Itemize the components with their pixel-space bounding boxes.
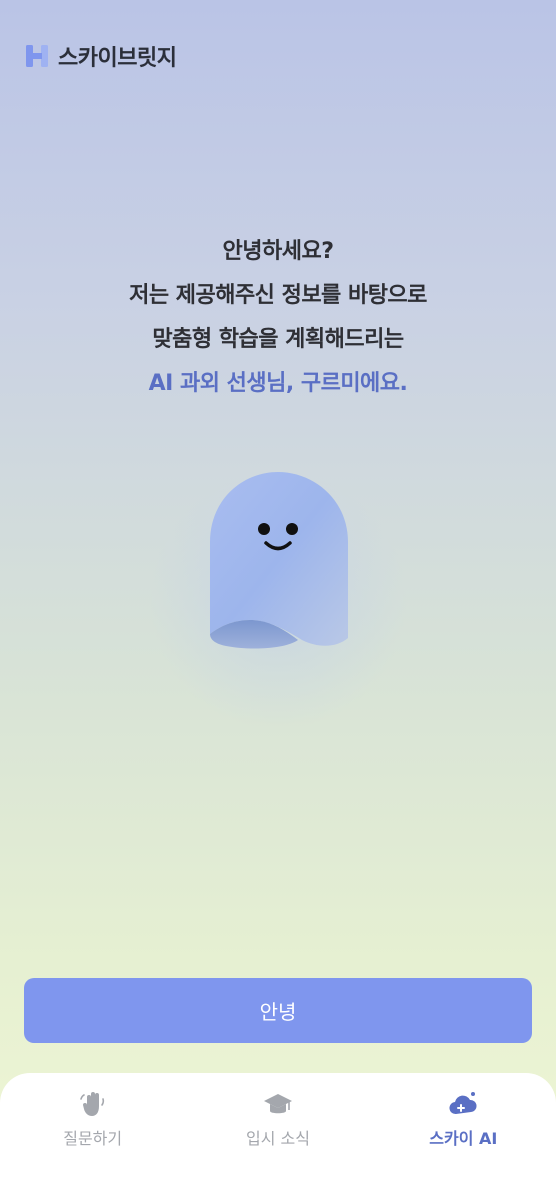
greeting-line-2: 저는 제공해주신 정보를 바탕으로 bbox=[129, 283, 427, 308]
brand-name: 스카이브릿지 bbox=[58, 46, 177, 71]
greeting-line-1: 안녕하세요? bbox=[222, 239, 334, 264]
tab-admission-news[interactable]: 입시 소식 bbox=[185, 1073, 370, 1204]
app-logo[interactable]: 스카이브릿지 bbox=[24, 40, 177, 72]
bottom-tab-bar: 질문하기 입시 소식 스카이 AI bbox=[0, 1073, 556, 1204]
tab-ask-question[interactable]: 질문하기 bbox=[0, 1073, 185, 1204]
h-logo-icon bbox=[26, 45, 48, 67]
tab-label: 스카이 AI bbox=[429, 1129, 498, 1148]
greeting-line-3: 맞춤형 학습을 계획해드리는 bbox=[152, 327, 404, 352]
raised-hand-icon bbox=[79, 1092, 104, 1116]
cloud-plus-icon bbox=[449, 1092, 477, 1115]
tab-label: 입시 소식 bbox=[246, 1129, 310, 1148]
tab-sky-ai[interactable]: 스카이 AI bbox=[371, 1073, 556, 1204]
greeting-line-4: AI 과외 선생님, 구르미에요. bbox=[148, 371, 408, 396]
tab-label: 질문하기 bbox=[63, 1129, 123, 1148]
hello-button[interactable]: 안녕 bbox=[24, 978, 532, 1043]
ghost-cloud-mascot bbox=[210, 472, 348, 649]
greeting-message: 안녕하세요? 저는 제공해주신 정보를 바탕으로 맞춤형 학습을 계획해드리는 … bbox=[0, 230, 556, 406]
graduation-cap-icon bbox=[263, 1094, 292, 1114]
